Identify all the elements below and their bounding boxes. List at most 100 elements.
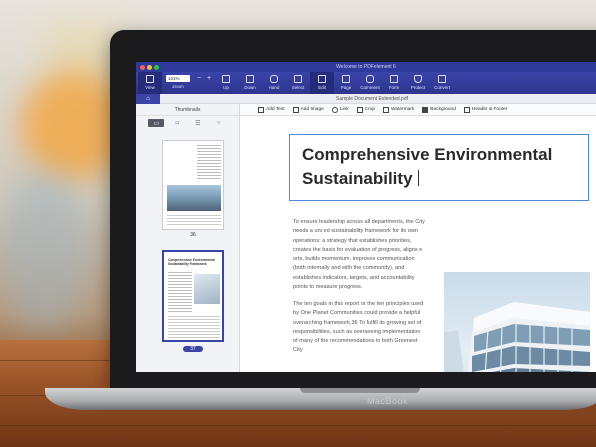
hand-icon — [270, 75, 278, 83]
window-title: Welcome to PDFelement 6 — [336, 64, 396, 70]
hand-button[interactable]: Hand — [262, 72, 286, 94]
edit-button[interactable]: Edit — [310, 72, 334, 94]
thumb-building-image — [194, 274, 220, 304]
search-tab[interactable]: ○ — [211, 119, 227, 127]
thumb-city-image — [167, 185, 221, 211]
thumbnail-page-number: 37 — [183, 346, 203, 352]
link-icon — [331, 106, 338, 113]
form-button[interactable]: Form — [382, 72, 406, 94]
sidebar-title: Thumbnails — [136, 104, 239, 116]
view-icon — [146, 75, 154, 83]
down-arrow-icon — [246, 75, 254, 83]
crop-label: Crop — [364, 107, 376, 112]
crop-button[interactable]: Crop — [356, 106, 376, 113]
window-titlebar: Welcome to PDFelement 6 — [136, 62, 596, 72]
add-image-button[interactable]: Add Image — [292, 106, 324, 113]
background-button[interactable]: Background — [422, 106, 456, 113]
up-label: Up — [223, 85, 229, 90]
zoom-out-button[interactable]: − — [194, 72, 204, 94]
edit-toolbar: Add Text Add Image Link Crop Watermark B… — [240, 104, 596, 116]
background-icon — [422, 106, 429, 113]
comment-button[interactable]: Comment — [358, 72, 382, 94]
thumbnail-page-37[interactable]: Comprehensive Environmental Sustainabili… — [162, 250, 224, 342]
bookmark-icon: ⌑ — [175, 120, 179, 127]
down-button[interactable]: Down — [238, 72, 262, 94]
thumb-text-lines — [197, 145, 221, 179]
zoom-label: Zoom — [172, 84, 184, 89]
protect-label: Protect — [410, 85, 426, 90]
body-paragraph-1[interactable]: To ensure leadership across all departme… — [293, 218, 425, 292]
watermark-button[interactable]: Watermark — [383, 106, 415, 113]
heading-line-2: Sustainability — [302, 169, 413, 188]
thumb-heading: Comprehensive Environmental Sustainabili… — [168, 258, 215, 266]
view-label: View — [145, 85, 155, 90]
add-image-label: Add Image — [300, 107, 324, 112]
form-icon — [390, 75, 398, 83]
watermark-label: Watermark — [391, 107, 415, 112]
minimize-window-button[interactable] — [147, 65, 152, 70]
crop-icon — [356, 106, 363, 113]
header-footer-button[interactable]: Header & Footer — [463, 106, 508, 113]
zoom-input[interactable]: 101% — [166, 75, 190, 82]
link-button[interactable]: Link — [331, 106, 349, 113]
document-tab[interactable]: Sample Document Extended.pdf — [336, 94, 408, 104]
hand-label: Hand — [268, 85, 280, 90]
document-tabbar: ⌂ Sample Document Extended.pdf — [136, 94, 596, 104]
down-label: Down — [244, 85, 256, 90]
watermark-icon — [383, 106, 390, 113]
header-footer-icon — [463, 106, 470, 113]
laptop-screen: Welcome to PDFelement 6 View 101% Zoom −… — [136, 62, 596, 372]
outline-tab[interactable]: ☰ — [190, 119, 206, 127]
thumbnail-page-36[interactable] — [162, 140, 224, 230]
select-label: Select — [291, 85, 305, 90]
home-tab[interactable]: ⌂ — [136, 94, 160, 104]
select-button[interactable]: Select — [286, 72, 310, 94]
zoom-in-button[interactable]: + — [204, 72, 214, 94]
page-label: Page — [340, 85, 352, 90]
edit-label: Edit — [318, 85, 326, 90]
page-heading[interactable]: Comprehensive Environmental Sustainabili… — [302, 143, 552, 191]
thumbnails-tab[interactable]: ▭ — [148, 119, 165, 127]
page-icon — [342, 75, 350, 83]
form-label: Form — [388, 85, 400, 90]
comment-label: Comment — [360, 85, 380, 90]
add-text-button[interactable]: Add Text — [258, 106, 285, 113]
laptop-notch — [300, 388, 420, 393]
comment-icon — [366, 75, 374, 83]
sidebar-tabs: ▭ ⌑ ☰ ○ — [136, 116, 239, 130]
edit-icon — [318, 75, 326, 83]
up-arrow-icon — [222, 75, 230, 83]
building-illustration — [444, 302, 590, 372]
body-paragraph-2[interactable]: The ten goals in this report or the ten … — [293, 300, 425, 356]
protect-icon — [414, 75, 422, 83]
search-icon: ○ — [216, 120, 221, 126]
maximize-window-button[interactable] — [154, 65, 159, 70]
up-button[interactable]: Up — [214, 72, 238, 94]
main-toolbar: View 101% Zoom − + Up Down Hand Select E… — [136, 72, 596, 94]
thumb-text-lines — [168, 316, 220, 338]
convert-icon — [438, 75, 446, 83]
thumbnail-page-number: 36 — [190, 232, 196, 238]
add-text-icon — [258, 106, 264, 113]
thumbnails-icon: ▭ — [153, 120, 160, 127]
background-label: Background — [430, 107, 456, 112]
convert-label: Convert — [434, 85, 450, 90]
page-button[interactable]: Page — [334, 72, 358, 94]
thumb-text-lines — [167, 215, 221, 225]
add-image-icon — [292, 106, 299, 113]
add-text-label: Add Text — [266, 107, 285, 112]
zoom-control[interactable]: 101% Zoom — [162, 72, 194, 94]
close-window-button[interactable] — [140, 65, 145, 70]
building-image[interactable] — [444, 272, 590, 372]
bookmarks-tab[interactable]: ⌑ — [169, 119, 185, 127]
background-window — [0, 170, 90, 330]
heading-text-box[interactable]: Comprehensive Environmental Sustainabili… — [289, 134, 589, 201]
select-icon — [294, 75, 302, 83]
heading-line-1: Comprehensive Environmental — [302, 145, 553, 164]
convert-button[interactable]: Convert — [430, 72, 454, 94]
thumbnails-sidebar: Thumbnails ▭ ⌑ ☰ ○ 36 Comprehensive Envi… — [136, 104, 240, 372]
view-button[interactable]: View — [138, 72, 162, 94]
protect-button[interactable]: Protect — [406, 72, 430, 94]
document-page: Comprehensive Environmental Sustainabili… — [248, 118, 596, 372]
header-footer-label: Header & Footer — [471, 107, 508, 112]
